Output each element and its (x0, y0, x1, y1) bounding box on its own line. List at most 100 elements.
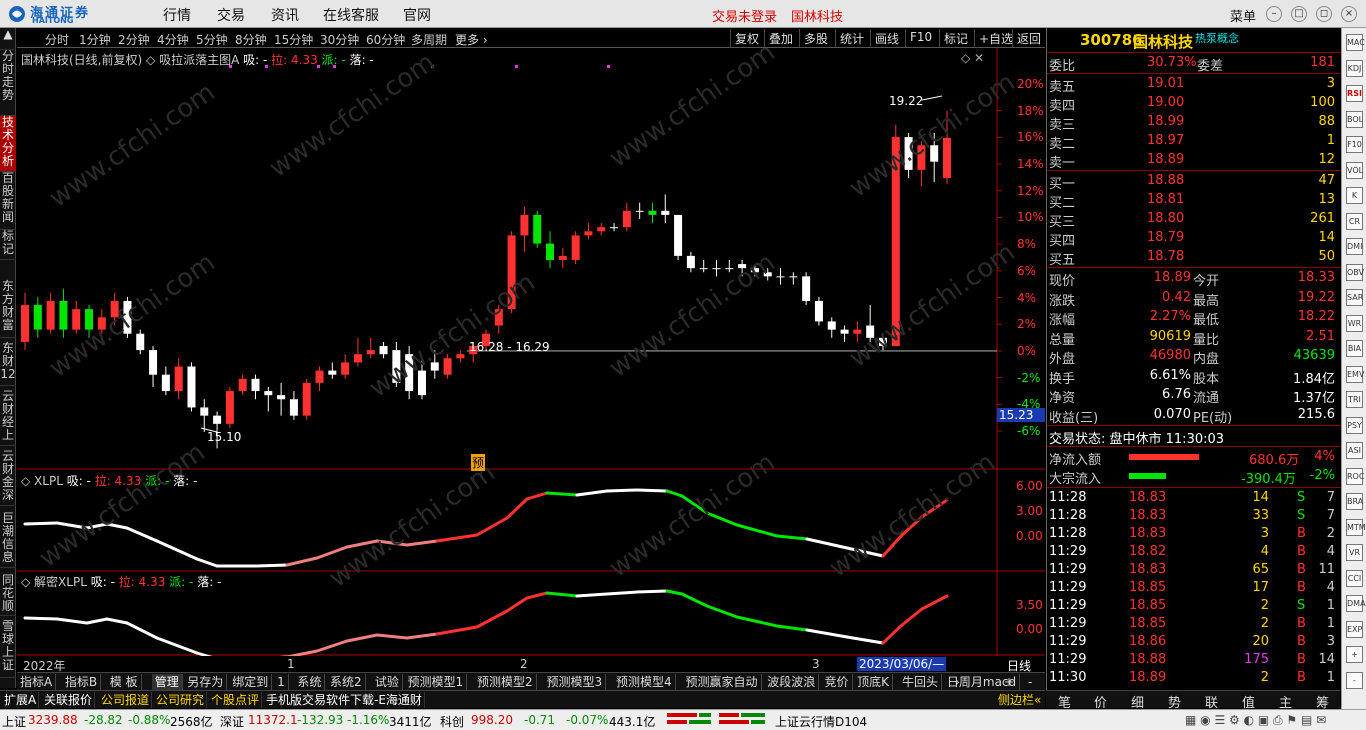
tool-back[interactable]: 返回 (1012, 29, 1045, 47)
indicator-tab[interactable]: 牛回头 (899, 674, 943, 690)
indicator-tab[interactable]: 1 (274, 674, 289, 690)
ext-company-report[interactable]: 公司报道 (99, 692, 153, 708)
main-menu-button[interactable]: 菜单 (1230, 6, 1256, 25)
indicator-tab[interactable]: 另存为 (184, 674, 228, 690)
indicator-tab[interactable]: 竞价 (822, 674, 853, 690)
period-fenshi[interactable]: 分时 (45, 31, 69, 48)
tool-mtm-icon[interactable]: MTM (1346, 518, 1366, 536)
tool-boll-icon[interactable]: BOL (1346, 110, 1363, 128)
tool-add-favorite[interactable]: +自选 (974, 29, 1017, 47)
ask-row[interactable]: 卖五 19.01 3 (1047, 75, 1341, 95)
tick-row[interactable]: 11:29 18.85 17 B 4 (1047, 579, 1341, 597)
bid-row[interactable]: 买五 18.78 50 (1047, 248, 1341, 268)
tick-row[interactable]: 11:29 18.83 65 B 11 (1047, 561, 1341, 579)
indicator-name[interactable]: 吸拉派落主图A (159, 53, 239, 67)
left-tab-fenshi[interactable]: 分时走势 (0, 50, 16, 116)
left-tab-xueqiu[interactable]: 雪球上证 (0, 620, 16, 678)
tick-row[interactable]: 11:29 18.85 2 B 1 (1047, 615, 1341, 633)
period-2min[interactable]: 2分钟 (118, 31, 150, 48)
ext-company-research[interactable]: 公司研究 (154, 692, 208, 708)
remove-indicator-icon[interactable]: - (1025, 674, 1035, 690)
indicator-tab[interactable]: 预测模型2 (474, 674, 537, 690)
expand-diamond-icon[interactable]: ◇ ✕ (961, 51, 984, 65)
bid-row[interactable]: 买四 18.79 14 (1047, 229, 1341, 249)
ext-sidebar[interactable]: 侧边栏« (996, 692, 1043, 708)
bid-row[interactable]: 买三 18.80 261 (1047, 210, 1341, 230)
tool-macd-icon[interactable]: MAC (1346, 34, 1365, 51)
indicator-tab[interactable]: 指标A (17, 674, 57, 690)
tool-emv-icon[interactable]: EMV (1346, 365, 1364, 383)
add-indicator-icon[interactable]: + (1001, 674, 1017, 690)
menu-hangqing[interactable]: 行情 (163, 5, 191, 25)
tool-expma-icon[interactable]: EXP (1346, 620, 1363, 638)
ask-row[interactable]: 卖一 18.89 12 (1047, 151, 1341, 171)
ext-related-quote[interactable]: 关联报价 (42, 692, 96, 708)
tool-asi-icon[interactable]: ASI (1346, 442, 1363, 459)
tool-cr-icon[interactable]: CR (1346, 212, 1363, 230)
tick-row[interactable]: 11:28 18.83 3 B 2 (1047, 525, 1341, 543)
tool-bias-icon[interactable]: BIA (1346, 340, 1363, 357)
tool-psy-icon[interactable]: PSY (1346, 416, 1363, 434)
indicator-tab[interactable]: 模 板 (107, 674, 142, 690)
indicator-tab[interactable]: 试验 (372, 674, 403, 690)
indicator-tab[interactable]: 预测模型3 (544, 674, 607, 690)
tool-multi-stock[interactable]: 多股 (799, 29, 832, 47)
period-5min[interactable]: 5分钟 (196, 31, 228, 48)
left-tab-tonghuashun[interactable]: 同花顺 (0, 574, 16, 616)
indicator-tab[interactable]: 系统2 (327, 674, 366, 690)
indicator-tab[interactable]: 指标B (62, 674, 102, 690)
tool-wr-icon[interactable]: WR (1346, 314, 1363, 332)
tool-roc-icon[interactable]: ROC (1346, 467, 1364, 485)
tick-row[interactable]: 11:29 18.86 20 B 3 (1047, 633, 1341, 651)
tool-kdj-icon[interactable]: KDJ (1346, 59, 1363, 77)
indicator-tab[interactable]: 系统 (294, 674, 326, 690)
tick-row[interactable]: 11:28 18.83 33 S 7 (1047, 507, 1341, 525)
menu-zixun[interactable]: 资讯 (271, 5, 299, 25)
tool-statistics[interactable]: 统计 (835, 29, 868, 47)
status-tool-icons[interactable]: ▦ ◉ ☰ ⚙ ◐ ▣ ⎙ ⚑ ▤ ✉ (1185, 713, 1326, 728)
tool-rsi-icon[interactable]: RSI (1346, 85, 1363, 102)
cloud-quote-server[interactable]: 上证云行情D104 (775, 713, 867, 730)
indicator-tab[interactable]: 波段波浪 (764, 674, 820, 690)
concept-tag[interactable]: 热泵概念 (1195, 30, 1239, 46)
tool-obv-icon[interactable]: OBV (1346, 263, 1364, 281)
login-status[interactable]: 交易未登录 (712, 6, 777, 25)
ext-tab-a[interactable]: 扩展A (2, 692, 40, 708)
restore-icon[interactable]: □ (1291, 6, 1307, 22)
tool-sar-icon[interactable]: SAR (1346, 289, 1363, 306)
tool-dmi-icon[interactable]: DMI (1346, 238, 1363, 255)
close-icon[interactable]: × (1341, 6, 1357, 22)
minimize-icon[interactable]: – (1266, 6, 1282, 22)
sub1-name[interactable]: XLPL (34, 474, 63, 488)
period-15min[interactable]: 15分钟 (274, 31, 313, 48)
ask-row[interactable]: 卖四 19.00 100 (1047, 94, 1341, 114)
left-tab-technical[interactable]: 技术分析 (0, 116, 16, 172)
left-tab-juchao[interactable]: 巨潮信息 (0, 512, 16, 568)
left-tab-eastmoney[interactable]: 东方财富 (0, 280, 16, 338)
period-8min[interactable]: 8分钟 (235, 31, 267, 48)
tool-fuquan[interactable]: 复权 (730, 29, 763, 47)
ask-row[interactable]: 卖二 18.97 1 (1047, 132, 1341, 152)
ask-row[interactable]: 卖三 18.99 88 (1047, 113, 1341, 133)
indicator-dropdown-icon[interactable]: ◇ (146, 53, 159, 67)
menu-official-site[interactable]: 官网 (403, 5, 431, 25)
tool-f10-icon[interactable]: F10 (1346, 136, 1363, 153)
period-4min[interactable]: 4分钟 (157, 31, 189, 48)
tick-row[interactable]: 11:29 18.82 4 B 4 (1047, 543, 1341, 561)
collapse-arrow-icon[interactable]: ▲ (0, 28, 16, 50)
tick-row[interactable]: 11:28 18.83 14 S 7 (1047, 489, 1341, 507)
left-tab-news[interactable]: 百股新闻 (0, 172, 16, 230)
indicator-tab[interactable]: 预测模型4 (613, 674, 676, 690)
left-tab-yuncaijing-sh[interactable]: 云财经上 (0, 390, 16, 446)
sub2-dropdown-icon[interactable]: ◇ (21, 575, 34, 589)
tool-cci-icon[interactable]: CCI (1346, 569, 1363, 587)
indicator-tab[interactable]: 预测赢家自动 (683, 674, 762, 690)
period-1min[interactable]: 1分钟 (79, 31, 111, 48)
left-tab-dongcai12[interactable]: 东财12 (0, 342, 16, 386)
bid-row[interactable]: 买二 18.81 13 (1047, 191, 1341, 211)
tabs-scroll-right-icon[interactable]: › (952, 674, 963, 690)
period-60min[interactable]: 60分钟 (366, 31, 405, 48)
sub2-name[interactable]: 解密XLPL (34, 575, 87, 589)
ext-mobile-download[interactable]: 手机版交易软件下载-E海通财 (264, 692, 425, 708)
indicator-tab[interactable]: 管理 (151, 674, 183, 690)
